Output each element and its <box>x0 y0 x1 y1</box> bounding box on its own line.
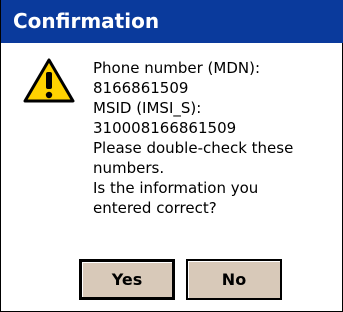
yes-button[interactable]: Yes <box>79 259 175 300</box>
title-bar: Confirmation <box>1 0 343 43</box>
message-line: 310008166861509 <box>93 119 237 137</box>
dialog-title: Confirmation <box>13 9 160 33</box>
message-line: MSID (IMSI_S): <box>93 99 202 117</box>
message-line: Is the information you <box>93 179 259 197</box>
confirmation-dialog: Confirmation Phone number (MDN): 8166861… <box>0 0 343 312</box>
message-line: numbers. <box>93 159 165 177</box>
dialog-message: Phone number (MDN): 8166861509 MSID (IMS… <box>93 58 339 218</box>
warning-icon <box>23 58 75 104</box>
no-button[interactable]: No <box>186 259 282 300</box>
message-line: entered correct? <box>93 199 217 217</box>
message-line: Phone number (MDN): <box>93 59 261 77</box>
message-line: 8166861509 <box>93 79 189 97</box>
message-line: Please double-check these <box>93 139 294 157</box>
